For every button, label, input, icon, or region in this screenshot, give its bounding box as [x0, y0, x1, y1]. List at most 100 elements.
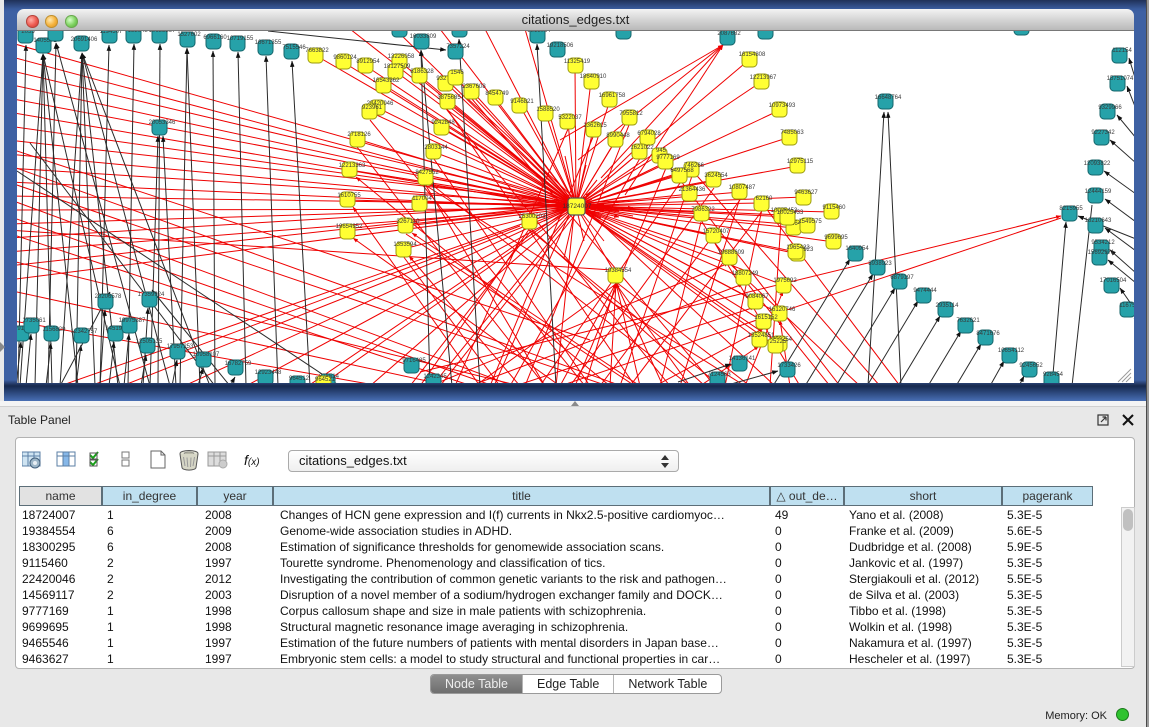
svg-text:12093822: 12093822 [1084, 161, 1111, 167]
svg-text:16961758: 16961758 [599, 93, 626, 99]
svg-text:20691406: 20691406 [71, 37, 98, 43]
svg-text:16120746: 16120746 [769, 307, 796, 313]
svg-text:1735061: 1735061 [22, 318, 46, 324]
svg-text:16648764: 16648764 [875, 95, 902, 101]
svg-text:18127509: 18127509 [384, 64, 411, 70]
svg-text:116753: 116753 [1119, 303, 1134, 309]
svg-text:2367608: 2367608 [462, 84, 486, 90]
svg-text:20053346: 20053346 [149, 120, 176, 126]
svg-text:6966160: 6966160 [203, 35, 227, 41]
svg-text:16210643: 16210643 [1085, 218, 1112, 224]
svg-text:16782759: 16782759 [225, 361, 252, 367]
svg-text:9716485: 9716485 [402, 358, 426, 364]
svg-text:8186328: 8186328 [410, 69, 434, 75]
svg-text:1588520: 1588520 [536, 107, 560, 113]
svg-text:9146821: 9146821 [510, 99, 534, 105]
svg-text:10654112: 10654112 [998, 348, 1025, 354]
svg-text:9474444: 9474444 [913, 288, 937, 294]
svg-text:7515546: 7515546 [282, 45, 306, 51]
svg-text:13226058: 13226058 [388, 54, 415, 60]
svg-text:18724007: 18724007 [563, 203, 592, 210]
svg-text:10807487: 10807487 [729, 185, 756, 191]
svg-text:8912954: 8912954 [356, 59, 380, 65]
svg-text:21364436: 21364436 [679, 187, 706, 193]
svg-text:16154808: 16154808 [739, 52, 766, 58]
svg-text:9463627: 9463627 [794, 190, 818, 196]
svg-text:12975115: 12975115 [787, 159, 814, 165]
svg-text:117004: 117004 [412, 196, 432, 202]
svg-text:9699695: 9699695 [824, 235, 848, 241]
svg-text:3624554: 3624554 [704, 173, 728, 179]
svg-text:12505135: 12505135 [136, 339, 163, 345]
svg-text:10653267: 10653267 [149, 31, 176, 34]
svg-text:7632621: 7632621 [956, 318, 980, 324]
svg-text:7485063: 7485063 [780, 130, 804, 136]
svg-text:1362615: 1362615 [583, 123, 607, 129]
svg-text:3875685: 3875685 [437, 95, 461, 101]
svg-text:112154: 112154 [1112, 48, 1132, 54]
svg-text:8454749: 8454749 [485, 91, 509, 97]
svg-text:7986322: 7986322 [691, 207, 715, 213]
svg-text:964521: 964521 [315, 377, 336, 383]
svg-text:62160: 62160 [756, 196, 773, 202]
svg-text:1546: 1546 [450, 70, 464, 76]
svg-text:7955812: 7955812 [619, 111, 643, 117]
svg-text:19654952: 19654952 [336, 224, 363, 230]
svg-text:10973493: 10973493 [769, 103, 796, 109]
svg-text:19218506: 19218506 [547, 43, 574, 49]
svg-text:12923448: 12923448 [255, 370, 282, 376]
svg-text:20206578: 20206578 [95, 294, 122, 300]
svg-text:6497568: 6497568 [670, 168, 694, 174]
svg-text:25300203: 25300203 [519, 214, 546, 220]
svg-text:16543362: 16543362 [373, 78, 400, 84]
svg-text:16671355: 16671355 [255, 40, 282, 46]
svg-text:8427552: 8427552 [415, 170, 439, 176]
svg-text:12342757: 12342757 [71, 329, 98, 335]
svg-text:2087682: 2087682 [717, 31, 741, 37]
svg-text:7124563: 7124563 [707, 372, 731, 378]
svg-text:17016504: 17016504 [1100, 278, 1127, 284]
svg-text:15751074: 15751074 [1107, 76, 1134, 82]
svg-text:7663822: 7663822 [305, 48, 329, 54]
svg-text:9860124: 9860124 [333, 55, 357, 61]
svg-text:3267110: 3267110 [397, 219, 421, 225]
svg-text:1615152: 1615152 [754, 315, 778, 321]
svg-text:2055: 2055 [21, 31, 35, 35]
svg-text:1194307: 1194307 [100, 31, 124, 35]
svg-text:9245652: 9245652 [1019, 363, 1043, 369]
svg-text:1621022: 1621022 [630, 145, 654, 151]
svg-text:1975692: 1975692 [773, 278, 797, 284]
svg-text:19384554: 19384554 [605, 268, 632, 274]
svg-text:10719155: 10719155 [227, 36, 254, 42]
svg-text:15720407: 15720407 [703, 229, 730, 235]
svg-text:1965423: 1965423 [786, 245, 810, 251]
svg-text:8215955: 8215955 [1059, 206, 1083, 212]
svg-text:10688609: 10688609 [718, 250, 745, 256]
svg-text:19975887: 19975887 [119, 318, 146, 324]
svg-text:12444159: 12444159 [1085, 189, 1112, 195]
svg-text:1527602: 1527602 [177, 32, 201, 38]
svg-text:14136141: 14136141 [729, 356, 756, 362]
svg-text:964512: 964512 [289, 376, 310, 382]
svg-text:2935114: 2935114 [936, 303, 960, 309]
svg-text:9084067: 9084067 [745, 294, 769, 300]
svg-text:8990448: 8990448 [606, 133, 630, 139]
svg-text:1242345: 1242345 [423, 374, 447, 380]
svg-text:1353594: 1353594 [393, 242, 417, 248]
svg-text:9227342: 9227342 [1091, 130, 1115, 136]
svg-text:8938923: 8938923 [868, 261, 892, 267]
svg-text:17359924: 17359924 [138, 292, 165, 298]
svg-text:84221: 84221 [50, 31, 67, 33]
svg-text:18807249: 18807249 [732, 271, 759, 277]
svg-text:9777169: 9777169 [656, 155, 680, 161]
svg-text:1156829: 1156829 [43, 327, 67, 333]
svg-text:1733426: 1733426 [777, 363, 801, 369]
svg-text:1610755: 1610755 [337, 193, 361, 199]
svg-text:10025433: 10025433 [777, 210, 804, 216]
svg-text:9115460: 9115460 [823, 205, 847, 211]
svg-text:9329966: 9329966 [1098, 105, 1122, 111]
svg-text:2718126: 2718126 [347, 132, 371, 138]
svg-text:5322037: 5322037 [558, 115, 582, 121]
svg-text:12213363: 12213363 [339, 163, 366, 169]
svg-text:3813054: 3813054 [527, 31, 551, 34]
